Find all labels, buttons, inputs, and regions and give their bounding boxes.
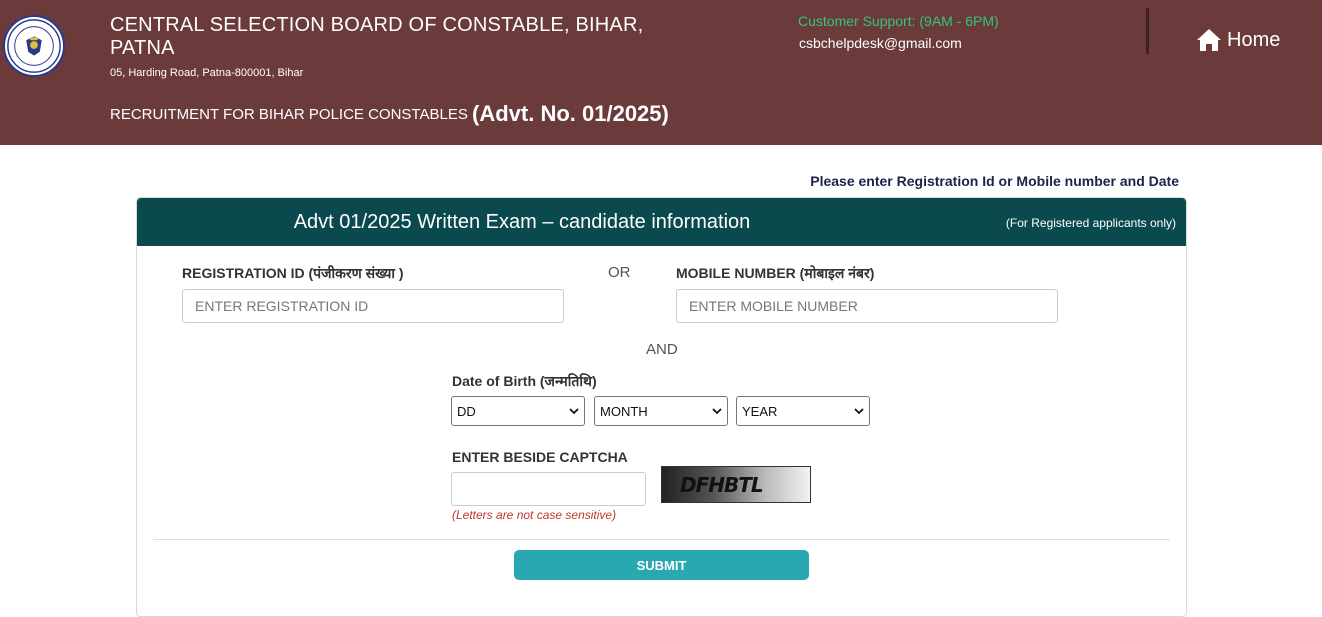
panel-title: Advt 01/2025 Written Exam – candidate in… — [293, 211, 751, 233]
home-icon — [1197, 29, 1221, 51]
dob-year-select[interactable]: YEAR — [736, 396, 870, 426]
home-link[interactable]: Home — [1196, 28, 1280, 52]
recruitment-heading: RECRUITMENT FOR BIHAR POLICE CONSTABLES … — [110, 101, 669, 127]
dob-day-value: DD — [457, 403, 476, 419]
support-email[interactable]: csbchelpdesk@gmail.com — [799, 35, 962, 51]
dob-month-value: MONTH — [600, 403, 648, 419]
registration-id-label: REGISTRATION ID (पंजीकरण संख्या ) — [182, 265, 404, 281]
organization-name: CENTRAL SELECTION BOARD OF CONSTABLE, BI… — [110, 14, 644, 59]
or-separator: OR — [608, 264, 631, 281]
dob-label: Date of Birth (जन्मतिथि) — [452, 373, 597, 389]
dob-year-value: YEAR — [742, 403, 778, 419]
board-logo — [3, 15, 65, 77]
site-header: CENTRAL SELECTION BOARD OF CONSTABLE, BI… — [0, 0, 1322, 145]
mobile-number-label: MOBILE NUMBER (मोबाइल नंबर) — [676, 265, 875, 281]
mobile-number-input[interactable] — [676, 289, 1058, 323]
captcha-input[interactable] — [451, 472, 646, 506]
captcha-image: DFHBTL — [661, 466, 811, 503]
chevron-down-icon — [569, 407, 579, 414]
panel-header: Advt 01/2025 Written Exam – candidate in… — [137, 198, 1186, 246]
police-emblem-icon — [7, 19, 61, 73]
advt-number: (Advt. No. 01/2025) — [472, 101, 669, 126]
captcha-label: ENTER BESIDE CAPTCHA — [452, 449, 628, 465]
submit-button[interactable]: SUBMIT — [514, 550, 809, 580]
and-separator: AND — [646, 341, 678, 358]
registration-id-input[interactable] — [182, 289, 564, 323]
organization-address: 05, Harding Road, Patna-800001, Bihar — [110, 67, 304, 79]
dob-day-select[interactable]: DD — [451, 396, 585, 426]
form-instruction: Please enter Registration Id or Mobile n… — [810, 173, 1179, 189]
dob-month-select[interactable]: MONTH — [594, 396, 728, 426]
recruitment-text: RECRUITMENT FOR BIHAR POLICE CONSTABLES — [110, 106, 468, 123]
panel-note: (For Registered applicants only) — [1005, 216, 1176, 230]
chevron-down-icon — [854, 407, 864, 414]
form-divider — [153, 539, 1170, 540]
header-divider — [1146, 8, 1149, 54]
home-link-label: Home — [1227, 28, 1281, 51]
captcha-text: DFHBTL — [680, 472, 764, 497]
customer-support-label: Customer Support: (9AM - 6PM) — [798, 13, 999, 29]
chevron-down-icon — [712, 407, 722, 414]
captcha-hint: (Letters are not case sensitive) — [452, 508, 617, 522]
